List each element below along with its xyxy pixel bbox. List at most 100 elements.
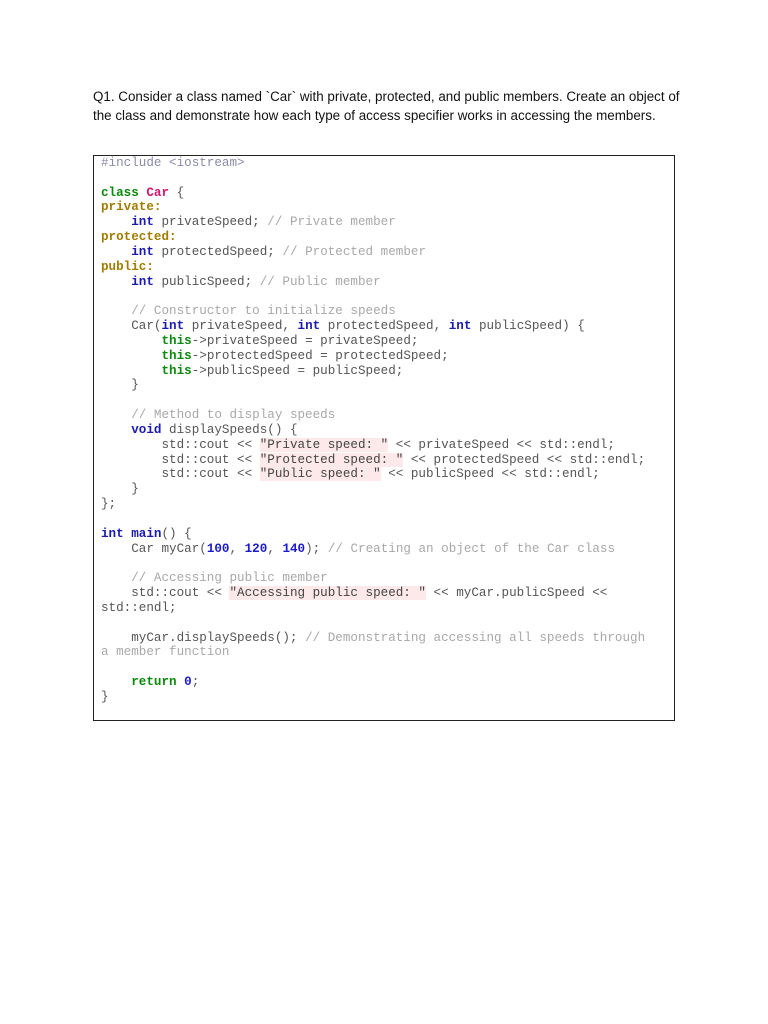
- code-line: Car(int privateSpeed, int protectedSpeed…: [101, 319, 645, 334]
- code-token-acc: protected:: [101, 230, 177, 245]
- code-line: int privateSpeed; // Private member: [101, 215, 645, 230]
- code-token-txt: ->protectedSpeed = protectedSpeed;: [191, 348, 449, 363]
- code-token-txt: protectedSpeed;: [153, 244, 283, 259]
- code-token-txt: ;: [191, 674, 200, 689]
- code-token-cmt: a member function: [101, 645, 230, 660]
- code-token-num: 0: [184, 674, 192, 689]
- code-token-txt: ,: [229, 541, 245, 556]
- code-token-txt: << publicSpeed << std::endl;: [380, 467, 600, 482]
- code-block: #include <iostream> class Car {private: …: [93, 155, 675, 721]
- question-text: Q1. Consider a class named `Car` with pr…: [93, 89, 680, 124]
- code-token-str: "Accessing public speed: ": [229, 586, 426, 601]
- code-token-num: 100: [206, 541, 230, 556]
- code-line: protected:: [101, 230, 645, 245]
- code-line: std::cout << "Accessing public speed: " …: [101, 586, 645, 601]
- code-listing: #include <iostream> class Car {private: …: [101, 156, 645, 705]
- code-token-txt: Car myCar(: [101, 541, 207, 556]
- code-token-txt: std::cout <<: [101, 586, 230, 601]
- code-token-txt: privateSpeed;: [153, 215, 268, 230]
- code-token-cls: class: [101, 185, 139, 200]
- code-token-txt: ->privateSpeed = privateSpeed;: [191, 333, 419, 348]
- code-token-acc: private:: [101, 200, 162, 215]
- code-line: int protectedSpeed; // Protected member: [101, 245, 645, 260]
- code-token-txt: publicSpeed;: [153, 274, 260, 289]
- code-token-txt: );: [305, 541, 328, 556]
- code-token-kw: void: [131, 422, 162, 437]
- code-line: private:: [101, 200, 645, 215]
- code-token-txt: }: [101, 378, 139, 393]
- code-line: std::cout << "Protected speed: " << prot…: [101, 452, 646, 468]
- code-token-txt: () {: [161, 526, 192, 541]
- code-token-cmt: // Constructor to initialize speeds: [131, 304, 396, 319]
- code-token-txt: << privateSpeed << std::endl;: [388, 437, 615, 452]
- code-token-txt: << myCar.publicSpeed <<: [425, 586, 608, 601]
- code-line: void displaySpeeds() {: [101, 423, 645, 438]
- code-line: std::endl;: [101, 601, 645, 616]
- code-token-this: this: [161, 363, 192, 378]
- code-token-kw: int: [448, 319, 472, 334]
- code-token-cmt: // Creating an object of the Car class: [327, 541, 615, 556]
- code-token-txt: << protectedSpeed << std::endl;: [403, 452, 646, 467]
- code-token-kw: int: [297, 319, 321, 334]
- code-line: a member function: [101, 645, 645, 660]
- code-token-this: this: [161, 333, 192, 348]
- code-token-cmt: // Protected member: [282, 244, 426, 259]
- code-line: #include <iostream>: [101, 156, 645, 171]
- code-token-cmt: // Public member: [259, 274, 381, 289]
- code-line: std::cout << "Private speed: " << privat…: [101, 437, 645, 453]
- code-token-kw: int: [131, 244, 154, 259]
- code-token-str: "Public speed: ": [259, 467, 381, 482]
- code-token-cmt: // Accessing public member: [131, 571, 328, 586]
- code-token-txt: privateSpeed,: [184, 319, 298, 334]
- code-token-kw: int: [131, 274, 154, 289]
- code-token-cmt: // Demonstrating accessing all speeds th…: [305, 630, 646, 645]
- code-token-kw: int: [161, 319, 185, 334]
- code-token-acc: public:: [101, 259, 154, 274]
- code-line: this->privateSpeed = privateSpeed;: [101, 334, 645, 349]
- code-token-name: Car: [146, 185, 170, 200]
- code-line: std::cout << "Public speed: " << publicS…: [101, 467, 645, 482]
- code-token-num: 140: [282, 541, 306, 556]
- code-token-this: return: [131, 674, 177, 689]
- code-line: }: [101, 482, 645, 497]
- code-line: // Method to display speeds: [101, 408, 645, 423]
- code-token-txt: {: [169, 185, 185, 200]
- code-line: int publicSpeed; // Public member: [101, 275, 645, 290]
- code-token-cmt: // Private member: [267, 215, 396, 230]
- code-token-txt: displaySpeeds() {: [161, 422, 298, 437]
- code-line: public:: [101, 260, 645, 275]
- code-line: // Accessing public member: [101, 571, 645, 586]
- code-line: class Car {: [101, 186, 645, 201]
- code-token-str: "Private speed: ": [259, 437, 389, 452]
- code-line: myCar.displaySpeeds(); // Demonstrating …: [101, 631, 645, 646]
- code-token-pre: #include <iostream>: [101, 156, 245, 170]
- code-token-txt: std::endl;: [101, 600, 177, 615]
- code-token-txt: ->publicSpeed = publicSpeed;: [191, 363, 404, 378]
- code-token-cmt: // Method to display speeds: [131, 408, 336, 423]
- code-token-txt: protectedSpeed,: [320, 319, 449, 334]
- code-line: this->protectedSpeed = protectedSpeed;: [101, 349, 645, 364]
- code-token-kw: main: [131, 526, 162, 541]
- code-token-txt: ,: [267, 541, 283, 556]
- code-token-txt: publicSpeed) {: [471, 319, 585, 334]
- code-token-txt: }: [101, 482, 139, 497]
- code-token-txt: myCar.displaySpeeds();: [101, 630, 306, 645]
- code-token-kw: int: [131, 215, 154, 230]
- code-line: };: [101, 497, 645, 512]
